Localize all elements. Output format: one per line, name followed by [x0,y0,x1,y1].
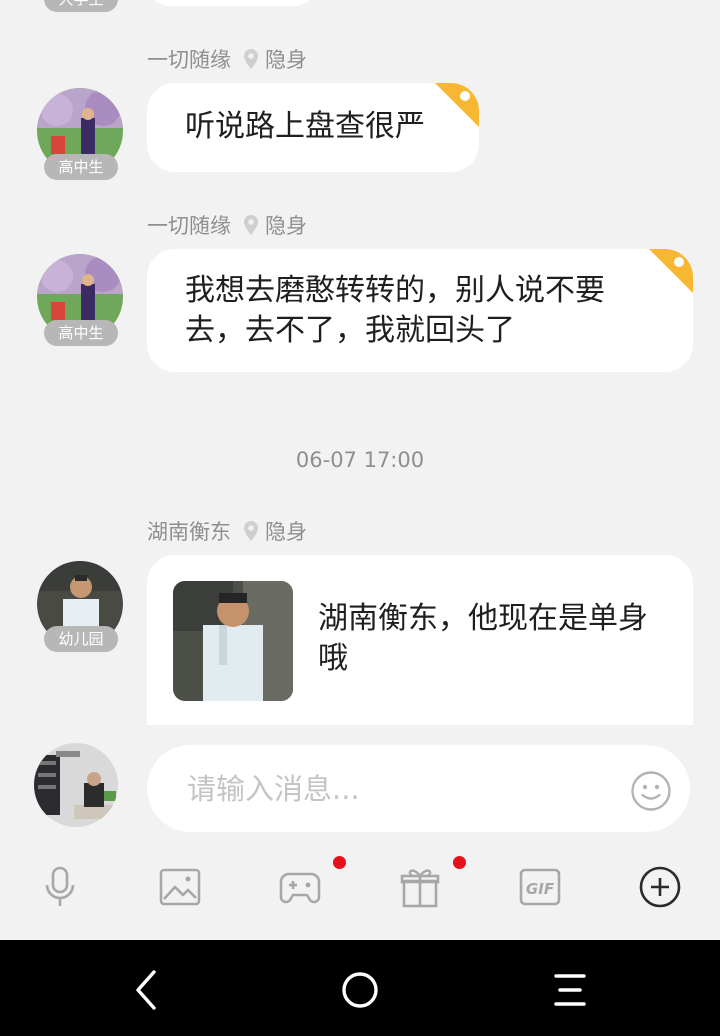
message-text: 听说路上盘查很严 [185,109,425,144]
sender-line: 一切随缘 隐身 [147,210,307,240]
grade-badge: 高中生 [44,154,118,180]
location-pin-icon [244,521,258,541]
sender-line: 一切随缘 隐身 [147,44,307,74]
svg-text:GIF: GIF [526,880,555,898]
menu-icon[interactable] [548,968,592,1012]
gif-icon[interactable]: GIF [518,865,562,909]
vip-corner-tag-icon [649,249,693,293]
home-icon[interactable] [338,968,382,1012]
message-bubble[interactable]: 我想去磨憨转转的，别人说不要去，去不了，我就回头了 [147,249,693,372]
gift-icon[interactable] [398,865,442,909]
card-photo[interactable] [173,581,293,701]
sender-name: 一切随缘 [147,214,231,238]
sender-location: 隐身 [265,48,307,72]
chat-message-list[interactable]: 大学生 一切随缘 隐身 高中生 听说路上盘查很严 一切随缘 隐身 高中生 我想去… [0,0,720,725]
grade-badge: 幼儿园 [44,626,118,652]
card-message-bubble[interactable]: 湖南衡东，他现在是单身哦 [147,555,693,725]
timestamp-divider: 06-07 17:00 [295,448,425,472]
sender-name: 一切随缘 [147,48,231,72]
grade-badge: 大学生 [44,0,118,12]
emoji-icon[interactable] [630,770,672,812]
notification-dot [333,856,346,869]
game-controller-icon[interactable] [278,865,322,909]
plus-circle-icon[interactable] [638,865,682,909]
sender-name: 湖南衡东 [147,520,231,544]
my-avatar[interactable] [34,743,118,827]
location-pin-icon [244,215,258,235]
vip-corner-tag-icon [435,83,479,127]
system-nav-bar [0,940,720,1036]
location-pin-icon [244,49,258,69]
sender-location: 隐身 [265,214,307,238]
message-bubble-partial[interactable] [147,0,317,6]
message-input[interactable] [147,745,690,832]
message-bubble[interactable]: 听说路上盘查很严 [147,83,479,172]
card-text: 湖南衡东，他现在是单身哦 [318,601,648,676]
grade-badge: 高中生 [44,320,118,346]
image-icon[interactable] [158,865,202,909]
back-icon[interactable] [126,968,170,1012]
notification-dot [453,856,466,869]
message-text: 我想去磨憨转转的，别人说不要去，去不了，我就回头了 [185,273,605,348]
sender-line: 湖南衡东 隐身 [147,516,307,546]
microphone-icon[interactable] [38,865,82,909]
input-bar: GIF [0,725,720,940]
sender-location: 隐身 [265,520,307,544]
